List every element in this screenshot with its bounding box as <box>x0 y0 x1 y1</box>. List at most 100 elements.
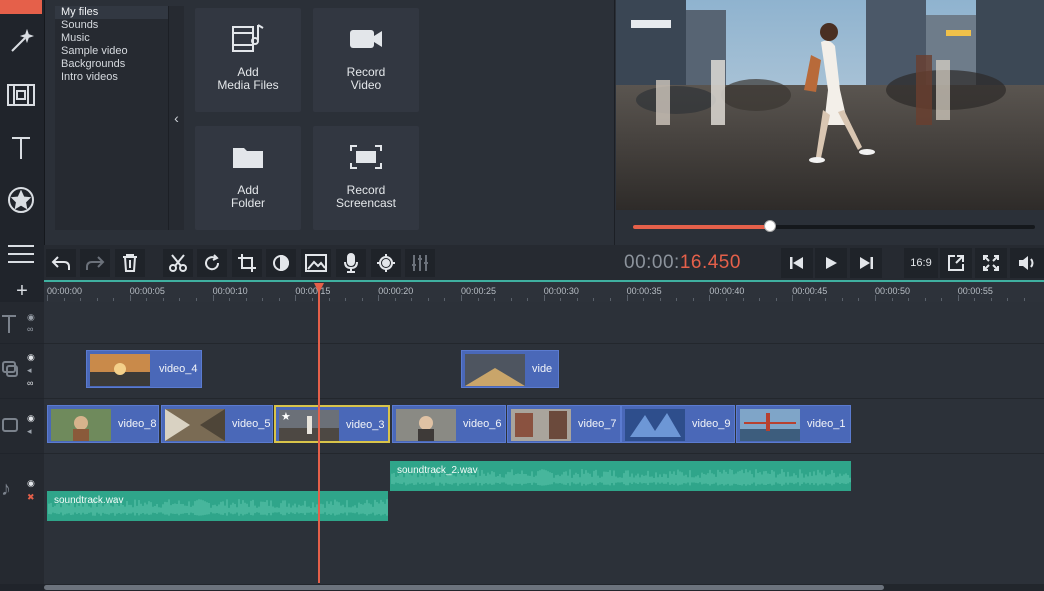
timeline-tracks <box>44 302 1044 584</box>
speaker-small-icon[interactable]: ◂ <box>27 426 32 437</box>
playhead[interactable] <box>318 285 320 583</box>
audio-clip[interactable]: soundtrack.wav <box>47 491 388 521</box>
tile-label: Add Media Files <box>217 65 279 92</box>
ruler-tick <box>610 298 612 301</box>
timeline-clip-selected[interactable]: ★ video_3 <box>274 405 390 443</box>
title-track-icon <box>2 315 16 333</box>
skip-back-button[interactable] <box>781 248 813 278</box>
unlink-icon[interactable]: ✖ <box>27 492 35 503</box>
volume-button[interactable] <box>1010 248 1044 278</box>
tile-label: Record Video <box>346 65 386 92</box>
record-video-button[interactable]: Record Video <box>313 8 419 112</box>
sticker-icon[interactable] <box>0 180 42 220</box>
timecode-main: 00:00: <box>624 252 680 273</box>
clip-label: video_3 <box>346 419 385 431</box>
seek-handle[interactable] <box>764 220 776 232</box>
clip-label: video_6 <box>463 418 502 430</box>
file-category-item[interactable]: Sample video <box>55 45 168 58</box>
record-audio-button[interactable] <box>336 249 366 277</box>
ruler-tick <box>941 298 943 301</box>
rotate-button[interactable] <box>197 249 227 277</box>
screencast-icon <box>348 140 384 174</box>
insert-image-button[interactable] <box>301 249 331 277</box>
play-button[interactable] <box>815 248 847 278</box>
timeline-clip[interactable]: video_7 <box>507 405 621 443</box>
ruler-tick <box>543 295 545 301</box>
file-category-item[interactable]: My files <box>55 6 168 19</box>
timeline-clip[interactable]: vide <box>461 350 559 388</box>
timeline-clip[interactable]: video_8 <box>47 405 159 443</box>
record-screencast-button[interactable]: Record Screencast <box>313 126 419 230</box>
eye-icon[interactable]: ◉ <box>27 352 35 363</box>
add-track-button[interactable]: + <box>0 280 44 302</box>
title-icon[interactable] <box>0 128 42 168</box>
ruler-tick-label: 00:00:45 <box>792 286 828 296</box>
ruler-tick <box>974 298 976 301</box>
audio-clip[interactable]: soundtrack_2.wav <box>390 461 851 491</box>
clip-label: video_9 <box>692 418 731 430</box>
overlay-track-icon <box>2 361 18 377</box>
file-category-item[interactable]: Music <box>55 32 168 45</box>
add-folder-button[interactable]: Add Folder <box>195 126 301 230</box>
ruler-tick <box>129 295 131 301</box>
list-icon[interactable] <box>0 234 42 274</box>
link-icon[interactable]: ∞ <box>27 378 33 388</box>
fullscreen-button[interactable] <box>975 248 1007 278</box>
ruler-tick-label: 00:00:35 <box>626 286 662 296</box>
audio-clip-label: soundtrack.wav <box>54 495 124 506</box>
file-category-item[interactable]: Intro videos <box>55 71 168 84</box>
color-adjust-button[interactable] <box>266 249 296 277</box>
film-icon[interactable] <box>0 75 42 115</box>
ruler-tick <box>659 298 661 301</box>
eye-icon[interactable]: ◉ <box>27 312 35 323</box>
clip-thumbnail <box>625 409 685 441</box>
track-divider <box>44 343 1044 344</box>
link-icon[interactable]: ∞ <box>27 324 33 334</box>
timeline-clip[interactable]: video_5 <box>161 405 273 443</box>
file-category-item[interactable]: Sounds <box>55 19 168 32</box>
ruler-tick <box>328 298 330 301</box>
file-category-item[interactable]: Backgrounds <box>55 58 168 71</box>
timeline-clip[interactable]: video_6 <box>392 405 506 443</box>
ruler-tick <box>477 298 479 301</box>
timeline-clip[interactable]: video_4 <box>86 350 202 388</box>
undo-button[interactable] <box>46 249 76 277</box>
ruler-tick <box>80 298 82 301</box>
ruler-tick-label: 00:00:50 <box>875 286 911 296</box>
folder-icon <box>231 140 265 174</box>
ruler-tick <box>411 298 413 301</box>
undo-icon <box>51 256 70 270</box>
scrollbar-thumb[interactable] <box>44 585 884 590</box>
delete-button[interactable] <box>115 249 145 277</box>
ruler-tick <box>262 298 264 301</box>
video-preview[interactable] <box>616 0 1044 210</box>
eye-icon[interactable]: ◉ <box>27 413 35 424</box>
speaker-icon <box>1019 256 1034 270</box>
ruler-tick <box>245 298 247 301</box>
audio-track-header: ♪ ◉ ✖ <box>0 454 44 584</box>
ruler-tick <box>775 298 777 301</box>
timeline-clip[interactable]: video_9 <box>621 405 735 443</box>
collapse-panel-button[interactable]: ‹ <box>168 6 184 230</box>
equalizer-button[interactable] <box>405 249 435 277</box>
magic-wand-icon[interactable] <box>0 22 42 62</box>
aspect-ratio-button[interactable]: 16:9 <box>904 248 938 278</box>
seek-progress <box>633 225 770 229</box>
import-tab[interactable] <box>0 0 42 14</box>
eye-icon[interactable]: ◉ <box>27 478 35 489</box>
chevron-left-icon: ‹ <box>174 110 179 126</box>
crop-button[interactable] <box>232 249 262 277</box>
ruler-tick <box>361 298 363 301</box>
redo-button[interactable] <box>80 249 110 277</box>
ruler-tick <box>676 298 678 301</box>
detach-player-button[interactable] <box>940 248 972 278</box>
timeline-clip[interactable]: video_1 <box>736 405 851 443</box>
cut-button[interactable] <box>163 249 193 277</box>
ruler-tick <box>427 298 429 301</box>
ruler-tick <box>146 298 148 301</box>
add-media-files-button[interactable]: Add Media Files <box>195 8 301 112</box>
skip-forward-button[interactable] <box>850 248 882 278</box>
ruler-tick <box>742 298 744 301</box>
speaker-small-icon[interactable]: ◂ <box>27 365 32 376</box>
clip-properties-button[interactable] <box>371 249 401 277</box>
